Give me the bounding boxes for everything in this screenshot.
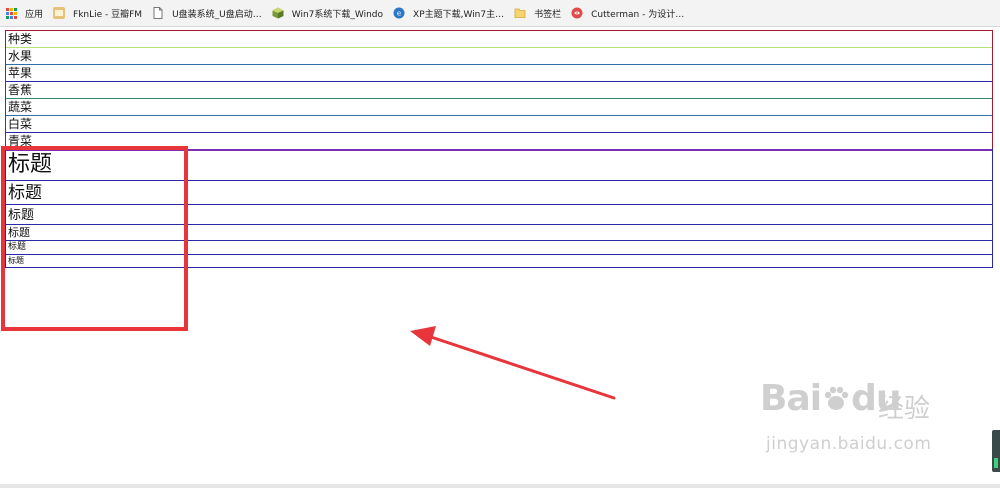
bookmark-cutterman[interactable]: Cutterman - 为设计… (571, 3, 684, 23)
bookmark-xp-theme[interactable]: e XP主题下载,Win7主… (393, 3, 504, 23)
bookmark-label: Win7系统下载_Windo (291, 9, 384, 20)
document-icon (152, 7, 164, 19)
bookmark-folder[interactable]: 书签栏 (514, 3, 561, 23)
cutterman-icon (571, 7, 583, 19)
page-content: 种类 水果 苹果 香蕉 蔬菜 白菜 青菜 标题 标题 标题 标题 标题 标题 (0, 27, 1000, 488)
list-item: 蔬菜 (6, 99, 992, 116)
heading-h3: 标题 (6, 205, 992, 225)
apps-grid-icon (6, 7, 17, 19)
douban-fm-icon (53, 7, 66, 19)
folder-icon (514, 7, 526, 19)
bookmark-label: FknLie - 豆瓣FM (73, 9, 143, 20)
bookmark-label: U盘装系统_U盘启动… (172, 9, 262, 20)
win7-cube-icon (272, 7, 284, 19)
list-item: 种类 (6, 31, 992, 48)
list-item: 香蕉 (6, 82, 992, 99)
heading-samples: 标题 标题 标题 标题 标题 标题 (5, 148, 993, 268)
bookmark-win7-download[interactable]: Win7系统下载_Windo (272, 3, 383, 23)
list-item: 白菜 (6, 116, 992, 133)
heading-h4: 标题 (6, 225, 992, 241)
bookmark-label: XP主题下载,Win7主… (413, 9, 505, 20)
heading-h5: 标题 (6, 241, 992, 255)
side-widget[interactable] (992, 430, 1000, 472)
heading-h2: 标题 (6, 181, 992, 205)
bookmark-upan[interactable]: U盘装系统_U盘启动… (152, 3, 262, 23)
list-item: 青菜 (8, 134, 33, 148)
side-widget-indicator (994, 458, 998, 468)
svg-text:e: e (397, 10, 401, 18)
bookmark-label: Cutterman - 为设计… (591, 9, 685, 20)
bookmark-apps[interactable]: 应用 (6, 3, 43, 23)
list-item: 水果 (6, 48, 992, 65)
bookmark-label: 应用 (25, 9, 44, 20)
bookmarks-bar: 应用 FknLie - 豆瓣FM U盘装系统_U盘启动… Win7系统下载_Wi… (0, 0, 1000, 27)
heading-h6: 标题 (6, 255, 992, 268)
bookmark-label: 书签栏 (534, 9, 562, 20)
xp-globe-icon: e (393, 7, 405, 19)
window-bottom-edge (0, 484, 1000, 488)
category-list: 种类 水果 苹果 香蕉 蔬菜 白菜 青菜 (5, 30, 993, 151)
list-item: 苹果 (6, 65, 992, 82)
bookmark-douban-fm[interactable]: FknLie - 豆瓣FM (53, 3, 142, 23)
heading-h1: 标题 (6, 148, 992, 181)
